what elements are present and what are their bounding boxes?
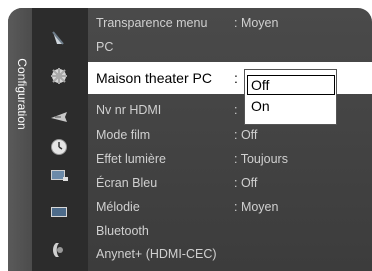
sidebar-title: Configuration [15, 58, 29, 130]
sidebar-tab: Configuration [8, 8, 32, 271]
menu-item-value: : Moyen [234, 200, 279, 214]
menu-item-label: Écran Bleu [96, 176, 158, 190]
menu-item-label: Nv nr HDMI [96, 103, 162, 117]
icon-column [32, 8, 88, 271]
menu-item-value: : Toujours [234, 152, 288, 166]
menu-item-label: Anynet+ (HDMI-CEC) [96, 247, 217, 261]
menu-item-pc[interactable]: PC [88, 37, 372, 57]
menu-item-anynet[interactable]: Anynet+ (HDMI-CEC) [88, 244, 372, 264]
menu-item-mode-film[interactable]: Mode film : Off [88, 125, 372, 145]
menu-item-ecran-bleu[interactable]: Écran Bleu : Off [88, 173, 372, 193]
clock-icon[interactable] [49, 138, 69, 156]
menu-item-value: : Moyen [234, 16, 279, 30]
menu-item-label: Bluetooth [96, 224, 149, 238]
channel-icon[interactable] [49, 241, 69, 259]
menu-item-label: Mode film [96, 128, 151, 142]
menu-item-value: : Off [234, 176, 258, 190]
tv-picture-icon[interactable] [49, 203, 69, 221]
dropdown-option-off[interactable]: Off [247, 75, 335, 95]
menu-item-value: : Off [234, 128, 258, 142]
menu-item-value: : [234, 103, 238, 117]
menu-item-label: PC [96, 40, 114, 54]
satellite-dish-icon[interactable] [49, 29, 69, 47]
menu-item-label: Transparence menu [96, 16, 208, 30]
menu-item-bluetooth[interactable]: Bluetooth [88, 221, 372, 241]
menu-item-transparence[interactable]: Transparence menu : Moyen [88, 13, 372, 33]
menu-item-effet-lumiere[interactable]: Effet lumière : Toujours [88, 149, 372, 169]
menu-item-label: Mélodie [96, 200, 140, 214]
antenna-icon[interactable] [49, 108, 69, 126]
menu-item-melodie[interactable]: Mélodie : Moyen [88, 197, 372, 217]
dropdown-option-on[interactable]: On [247, 96, 335, 116]
option-dropdown[interactable]: Off On [244, 69, 337, 125]
menu-item-colon: : [234, 70, 238, 86]
osd-menu-window: Configuration Transparence menu : Moyen … [8, 8, 372, 271]
menu-item-label: Maison theater PC [96, 70, 212, 86]
tv-input-icon[interactable] [49, 166, 69, 184]
gear-setup-icon[interactable] [49, 67, 69, 85]
menu-item-label: Effet lumière [96, 152, 166, 166]
